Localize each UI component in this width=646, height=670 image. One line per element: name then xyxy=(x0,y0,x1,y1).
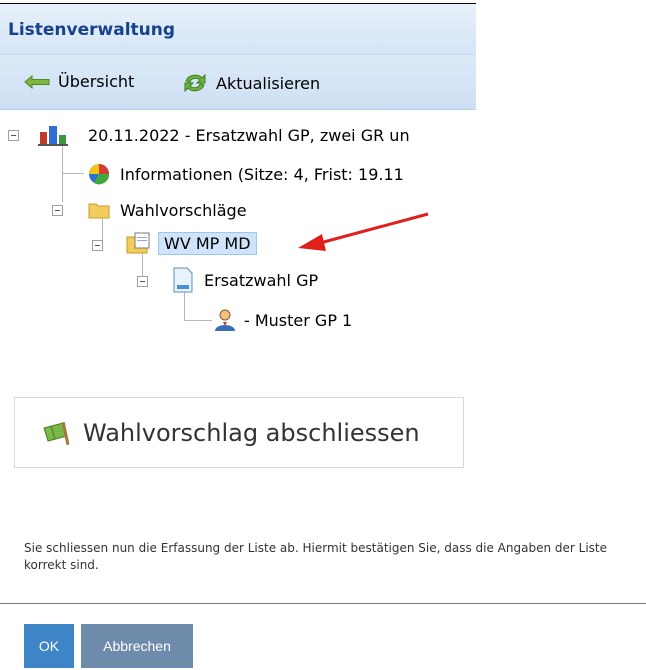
overview-label: Übersicht xyxy=(58,72,135,91)
tree-node-information[interactable]: Informationen (Sitze: 4, Frist: 19.11 xyxy=(88,162,404,186)
toolbar: Übersicht Aktualisieren xyxy=(0,55,476,110)
list-management-panel: Listenverwaltung Übersicht Aktualisieren xyxy=(0,0,476,375)
tree-collapse-toggle[interactable] xyxy=(52,205,63,216)
divider xyxy=(0,603,646,604)
tree-node-document[interactable]: Ersatzwahl GP xyxy=(172,267,319,293)
tree-line xyxy=(62,146,63,202)
cancel-button[interactable]: Abbrechen xyxy=(81,624,193,668)
tree-node-selected-proposal[interactable]: WV MP MD xyxy=(126,231,257,255)
red-arrow-annotation xyxy=(298,212,429,251)
finalize-proposal-button[interactable]: Wahlvorschlag abschliessen xyxy=(14,397,464,468)
panel-title: Listenverwaltung xyxy=(8,20,176,40)
person-icon xyxy=(215,309,235,331)
tree-line xyxy=(184,320,212,321)
folder-icon xyxy=(88,203,110,219)
refresh-icon xyxy=(184,73,206,93)
refresh-button[interactable]: Aktualisieren xyxy=(182,72,320,94)
tree-node-candidate[interactable]: - Muster GP 1 xyxy=(214,308,352,332)
flag-icon xyxy=(43,421,70,445)
tree-node-election[interactable]: 20.11.2022 - Ersatzwahl GP, zwei GR un xyxy=(36,123,410,147)
panel-header: Listenverwaltung xyxy=(0,4,476,55)
tree-collapse-toggle[interactable] xyxy=(92,240,103,251)
tree-node-label: - Muster GP 1 xyxy=(244,310,353,330)
confirmation-message: Sie schliessen nun die Erfassung der Lis… xyxy=(24,541,607,572)
tree-node-label: 20.11.2022 - Ersatzwahl GP, zwei GR un xyxy=(88,125,410,145)
pie-chart-icon xyxy=(89,164,110,185)
document-icon xyxy=(173,267,193,293)
tree-line xyxy=(184,290,185,320)
tree-node-label: Informationen (Sitze: 4, Frist: 19.11 xyxy=(120,164,404,184)
selected-node-label: WV MP MD xyxy=(158,231,257,255)
tree-node-proposals-folder[interactable]: Wahlvorschläge xyxy=(88,198,247,222)
tree-node-label: Ersatzwahl GP xyxy=(204,270,319,290)
folder-document-icon xyxy=(126,232,150,254)
tree-node-label: Wahlvorschläge xyxy=(120,200,247,220)
tree-line xyxy=(142,253,143,277)
tree-line xyxy=(62,173,84,174)
finalize-proposal-label: Wahlvorschlag abschliessen xyxy=(83,418,420,447)
ok-button[interactable]: OK xyxy=(24,624,74,668)
tree-collapse-toggle[interactable] xyxy=(137,276,148,287)
overview-button[interactable]: Übersicht xyxy=(24,72,134,91)
bar-chart-icon xyxy=(38,126,68,146)
tree-collapse-toggle[interactable] xyxy=(8,130,19,141)
back-arrow-icon xyxy=(24,74,50,89)
refresh-label: Aktualisieren xyxy=(216,73,321,93)
